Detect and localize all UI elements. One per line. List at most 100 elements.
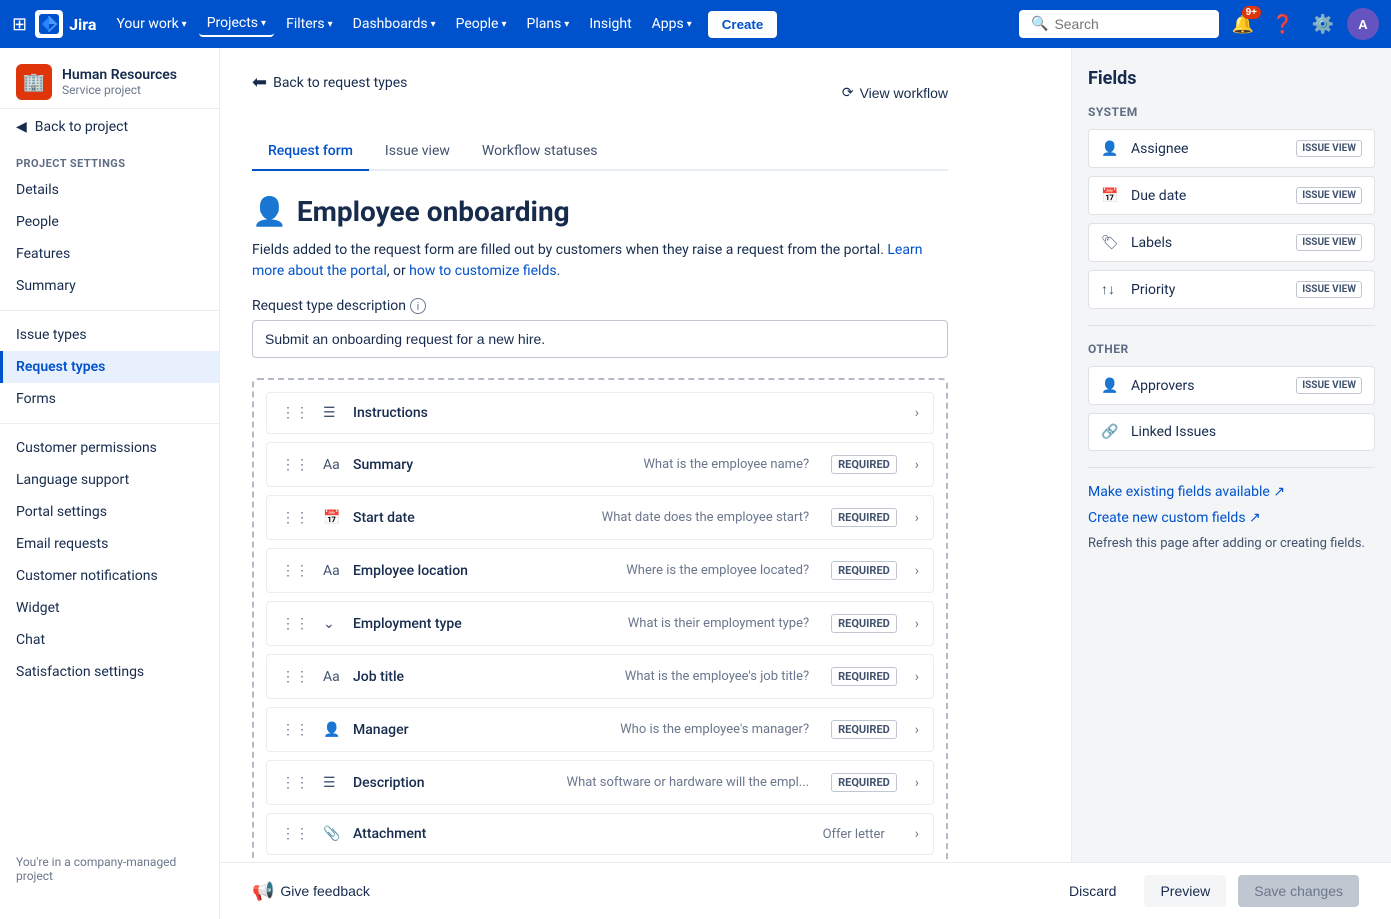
drag-handle-icon: ⋮⋮ — [281, 405, 309, 421]
search-icon: 🔍 — [1031, 16, 1048, 32]
page-title-icon: 👤 — [252, 195, 287, 228]
right-panel-title: Fields — [1088, 68, 1375, 89]
project-info: Human Resources Service project — [62, 67, 177, 97]
field-name: Start date — [353, 510, 502, 526]
info-icon[interactable]: i — [410, 298, 426, 314]
form-field-row[interactable]: ⋮⋮👤ManagerWho is the employee's manager?… — [266, 707, 934, 752]
rp-field-item[interactable]: ↑↓ Priority ISSUE VIEW — [1088, 270, 1375, 309]
tab-issue-view[interactable]: Issue view — [369, 133, 466, 171]
project-type: Service project — [62, 83, 177, 97]
field-type-icon: Aa — [323, 563, 343, 579]
required-badge: REQUIRED — [831, 720, 897, 739]
form-field-row[interactable]: ⋮⋮☰DescriptionWhat software or hardware … — [266, 760, 934, 805]
drag-handle-icon: ⋮⋮ — [281, 563, 309, 579]
form-field-row[interactable]: ⋮⋮📎AttachmentOffer letter› — [266, 813, 934, 855]
create-custom-fields-link[interactable]: Create new custom fields ↗ — [1088, 510, 1375, 526]
create-button[interactable]: Create — [708, 11, 778, 38]
save-changes-button[interactable]: Save changes — [1238, 875, 1359, 907]
form-field-row[interactable]: ⋮⋮AaEmployee locationWhere is the employ… — [266, 548, 934, 593]
rp-field-item[interactable]: 📅 Due date ISSUE VIEW — [1088, 176, 1375, 215]
field-name: Summary — [353, 457, 502, 473]
chevron-down-icon: ▾ — [501, 19, 506, 30]
drag-handle-icon: ⋮⋮ — [281, 457, 309, 473]
search-box[interactable]: 🔍 — [1019, 10, 1219, 38]
rp-field-name: Assignee — [1131, 141, 1286, 157]
form-field-row[interactable]: ⋮⋮📅Start dateWhat date does the employee… — [266, 495, 934, 540]
customize-fields-link[interactable]: how to customize fields — [409, 263, 556, 279]
sidebar-item-request-types[interactable]: Request types — [0, 351, 219, 383]
sidebar: 🏢 Human Resources Service project ◀ Back… — [0, 48, 220, 919]
nav-insight[interactable]: Insight — [581, 12, 639, 36]
chevron-right-icon: › — [915, 722, 919, 738]
give-feedback-button[interactable]: Give feedback — [280, 883, 370, 899]
sidebar-item-email-requests[interactable]: Email requests — [0, 528, 219, 560]
field-type-icon: 📅 — [323, 510, 343, 526]
right-panel: Fields System 👤 Assignee ISSUE VIEW 📅 Du… — [1071, 48, 1391, 919]
form-field-row[interactable]: ⋮⋮AaJob titleWhat is the employee's job … — [266, 654, 934, 699]
sidebar-item-portal-settings[interactable]: Portal settings — [0, 496, 219, 528]
preview-button[interactable]: Preview — [1144, 875, 1226, 907]
form-field-row[interactable]: ⋮⋮AaSummaryWhat is the employee name?REQ… — [266, 442, 934, 487]
sidebar-item-customer-notifications[interactable]: Customer notifications — [0, 560, 219, 592]
nav-plans[interactable]: Plans ▾ — [518, 12, 577, 36]
search-input[interactable] — [1054, 16, 1207, 32]
form-field-row[interactable]: ⋮⋮⌄Employment typeWhat is their employme… — [266, 601, 934, 646]
rp-field-item[interactable]: 👤 Assignee ISSUE VIEW — [1088, 129, 1375, 168]
sidebar-item-issue-types[interactable]: Issue types — [0, 319, 219, 351]
field-hint: What date does the employee start? — [512, 510, 809, 525]
back-to-project-label: Back to project — [35, 119, 128, 135]
tab-request-form[interactable]: Request form — [252, 133, 369, 171]
sidebar-item-people[interactable]: People — [0, 206, 219, 238]
rp-system-section: System 👤 Assignee ISSUE VIEW 📅 Due date … — [1088, 105, 1375, 309]
form-field-row[interactable]: ⋮⋮☰Instructions› — [266, 392, 934, 434]
help-button[interactable]: ❓ — [1267, 8, 1299, 40]
sidebar-item-widget[interactable]: Widget — [0, 592, 219, 624]
rp-system-label: System — [1088, 105, 1375, 119]
rp-field-icon: ↑↓ — [1101, 281, 1121, 298]
grid-icon[interactable]: ⊞ — [12, 14, 27, 35]
nav-filters[interactable]: Filters ▾ — [278, 12, 341, 36]
nav-dashboards[interactable]: Dashboards ▾ — [345, 12, 444, 36]
notifications-button[interactable]: 🔔 9+ — [1227, 8, 1259, 40]
nav-your-work[interactable]: Your work ▾ — [108, 12, 194, 36]
field-hint: What is the employee name? — [512, 457, 809, 472]
user-avatar[interactable]: A — [1347, 8, 1379, 40]
rp-field-item[interactable]: 🏷 Labels ISSUE VIEW — [1088, 223, 1375, 262]
sidebar-item-forms[interactable]: Forms — [0, 383, 219, 415]
sidebar-item-features[interactable]: Features — [0, 238, 219, 270]
back-to-request-types[interactable]: ⬅ Back to request types — [252, 72, 407, 93]
chevron-down-icon: ▾ — [687, 19, 692, 30]
sidebar-item-details[interactable]: Details — [0, 174, 219, 206]
rp-field-name: Approvers — [1131, 378, 1286, 394]
discard-button[interactable]: Discard — [1053, 875, 1132, 907]
learn-more-link[interactable]: Learn more about the portal — [252, 242, 922, 279]
chevron-down-icon: ▾ — [564, 19, 569, 30]
chevron-down-icon: ▾ — [182, 19, 187, 30]
rp-divider — [1088, 325, 1375, 326]
sidebar-item-summary[interactable]: Summary — [0, 270, 219, 302]
rp-field-item[interactable]: 🔗 Linked Issues — [1088, 413, 1375, 451]
nav-right: 🔍 🔔 9+ ❓ ⚙️ A — [1019, 8, 1379, 40]
sidebar-item-customer-permissions[interactable]: Customer permissions — [0, 432, 219, 464]
tab-workflow-statuses[interactable]: Workflow statuses — [466, 133, 614, 171]
layout: 🏢 Human Resources Service project ◀ Back… — [0, 48, 1391, 919]
sidebar-item-chat[interactable]: Chat — [0, 624, 219, 656]
chevron-right-icon: › — [915, 669, 919, 685]
view-workflow-button[interactable]: ⟳ View workflow — [842, 84, 948, 101]
sidebar-item-satisfaction-settings[interactable]: Satisfaction settings — [0, 656, 219, 688]
nav-people[interactable]: People ▾ — [448, 12, 515, 36]
bottom-bar: 📢 Give feedback Discard Preview Save cha… — [220, 862, 1391, 919]
field-hint: Who is the employee's manager? — [512, 722, 809, 737]
rtype-description-input[interactable] — [252, 320, 948, 358]
jira-logo[interactable]: Jira — [35, 10, 96, 38]
logo-icon — [35, 10, 63, 38]
nav-apps[interactable]: Apps ▾ — [644, 12, 700, 36]
rp-field-name: Labels — [1131, 235, 1286, 251]
rp-field-item[interactable]: 👤 Approvers ISSUE VIEW — [1088, 366, 1375, 405]
nav-projects[interactable]: Projects ▾ — [199, 11, 274, 37]
make-fields-available-link[interactable]: Make existing fields available ↗ — [1088, 484, 1375, 500]
rp-field-icon: 👤 — [1101, 378, 1121, 394]
back-to-project[interactable]: ◀ Back to project — [0, 109, 219, 145]
sidebar-item-language-support[interactable]: Language support — [0, 464, 219, 496]
settings-button[interactable]: ⚙️ — [1307, 8, 1339, 40]
